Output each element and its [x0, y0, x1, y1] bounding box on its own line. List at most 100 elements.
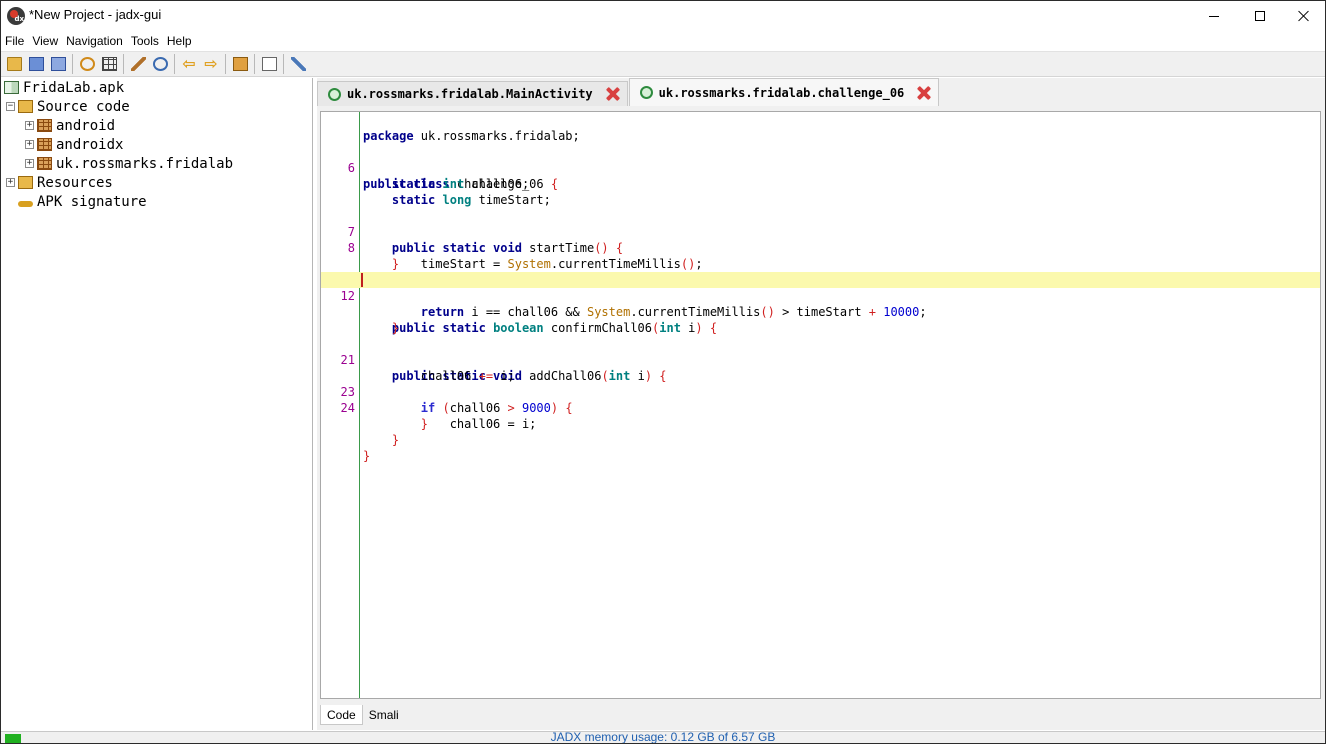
toolbar-separator: [225, 54, 226, 74]
code-line: static int chall06;: [391, 177, 530, 191]
collapse-icon[interactable]: −: [6, 102, 15, 111]
tree-item-apk[interactable]: FridaLab.apk: [4, 78, 124, 97]
decompile-button[interactable]: [127, 53, 149, 75]
memory-usage-text: JADX memory usage: 0.12 GB of 6.57 GB: [550, 730, 776, 744]
package-icon: [37, 138, 52, 151]
tab-challenge-06[interactable]: uk.rossmarks.fridalab.challenge_06: [628, 78, 940, 106]
code-line: 7 public static void startTime() {: [321, 208, 1320, 255]
expand-icon[interactable]: +: [25, 140, 34, 149]
tab-smali[interactable]: Smali: [363, 705, 405, 725]
tree-item-label: Source code: [37, 98, 130, 115]
clipboard-button[interactable]: [229, 53, 251, 75]
code-line: }: [420, 417, 429, 431]
toolbar: ⇦ ⇨: [1, 51, 1325, 77]
clipboard-icon: [232, 57, 248, 71]
menu-view[interactable]: View: [28, 32, 62, 51]
maximize-icon: [1255, 11, 1265, 21]
log-icon: [261, 57, 277, 71]
code-line-highlighted: 12 public static boolean confirmChall06(…: [321, 272, 1320, 335]
menu-navigation[interactable]: Navigation: [62, 32, 127, 51]
maximize-button[interactable]: [1237, 1, 1283, 31]
folder-open-icon: [18, 100, 33, 113]
caret-marker: [361, 273, 363, 287]
save-button[interactable]: [25, 53, 47, 75]
title-bar: dx *New Project - jadx-gui: [1, 1, 1325, 31]
code-line: chall06 += i;: [363, 369, 515, 383]
menu-bar: File View Navigation Tools Help: [1, 32, 196, 51]
forward-icon: ⇨: [204, 54, 218, 73]
code-line: 24 chall06 = i;: [321, 384, 1320, 431]
close-icon: [1298, 10, 1310, 22]
tree-item-resources[interactable]: + Resources: [6, 173, 113, 192]
class-icon: [639, 86, 653, 99]
preferences-icon: [290, 57, 306, 71]
code-line: }: [363, 449, 371, 463]
tab-code[interactable]: Code: [320, 705, 363, 725]
toolbar-separator: [254, 54, 255, 74]
class-icon: [328, 87, 341, 101]
tab-mainactivity[interactable]: uk.rossmarks.fridalab.MainActivity: [317, 81, 628, 106]
jadx-logo-icon: dx: [7, 7, 25, 25]
code-line: static long timeStart;: [391, 193, 551, 207]
save-all-icon: [50, 57, 66, 71]
sync-button[interactable]: [76, 53, 98, 75]
sync-icon: [79, 57, 95, 71]
preferences-button[interactable]: [287, 53, 309, 75]
window-title: *New Project - jadx-gui: [29, 7, 162, 22]
code-line: 8 timeStart = System.currentTimeMillis()…: [321, 224, 1320, 271]
key-icon: [18, 200, 33, 207]
expand-icon[interactable]: +: [25, 159, 34, 168]
code-line: }: [391, 321, 400, 335]
search-button[interactable]: [149, 53, 171, 75]
code-line: 21 public static void addChall06(int i) …: [321, 336, 1320, 383]
tree-item-apk-signature[interactable]: APK signature: [18, 192, 147, 211]
package-icon: [37, 119, 52, 132]
tree-item-package[interactable]: + android: [25, 116, 115, 135]
tree-item-label: uk.rossmarks.fridalab: [56, 155, 234, 172]
toolbar-separator: [123, 54, 124, 74]
toolbar-separator: [283, 54, 284, 74]
toolbar-separator: [174, 54, 175, 74]
full-screen-icon: [101, 57, 117, 71]
expand-icon[interactable]: +: [6, 178, 15, 187]
code-line: 6 public class challenge_06 {: [321, 144, 1320, 191]
code-line: 23 if (chall06 > 9000) {: [321, 368, 1320, 415]
package-icon: [37, 157, 52, 170]
tree-item-label: androidx: [56, 136, 124, 153]
open-button[interactable]: [3, 53, 25, 75]
code-line: return i == chall06 && System.currentTim…: [420, 305, 927, 319]
apk-icon: [4, 81, 19, 94]
code-editor[interactable]: package uk.rossmarks.fridalab; 6 public …: [320, 111, 1321, 699]
tree-item-package[interactable]: + uk.rossmarks.fridalab: [25, 154, 233, 173]
tab-close-icon[interactable]: [605, 86, 621, 102]
forward-button[interactable]: ⇨: [200, 53, 222, 75]
tree-item-source-code[interactable]: − Source code: [6, 97, 130, 116]
save-icon: [28, 57, 44, 71]
save-all-button[interactable]: [47, 53, 69, 75]
toolbar-separator: [72, 54, 73, 74]
back-button[interactable]: ⇦: [178, 53, 200, 75]
code-line: package uk.rossmarks.fridalab;: [363, 129, 580, 143]
minimize-icon: [1209, 15, 1219, 17]
search-icon: [152, 57, 168, 71]
code-view-tabs: Code Smali: [320, 705, 405, 726]
close-button[interactable]: [1281, 1, 1325, 31]
status-bar: JADX memory usage: 0.12 GB of 6.57 GB: [1, 730, 1325, 744]
menu-help[interactable]: Help: [163, 32, 196, 51]
menu-file[interactable]: File: [1, 32, 28, 51]
expand-icon[interactable]: +: [25, 121, 34, 130]
tab-close-icon[interactable]: [916, 85, 932, 101]
minimize-button[interactable]: [1191, 1, 1237, 31]
tree-item-package[interactable]: + androidx: [25, 135, 123, 154]
tree-item-label: FridaLab.apk: [23, 79, 125, 96]
tree-item-label: android: [56, 117, 116, 134]
code-line: }: [391, 433, 400, 447]
log-button[interactable]: [258, 53, 280, 75]
menu-tools[interactable]: Tools: [127, 32, 163, 51]
tree-item-label: APK signature: [37, 193, 147, 210]
tab-label: uk.rossmarks.fridalab.MainActivity: [347, 87, 593, 101]
back-icon: ⇦: [182, 54, 196, 73]
tab-label: uk.rossmarks.fridalab.challenge_06: [658, 85, 905, 100]
full-screen-button[interactable]: [98, 53, 120, 75]
decompile-icon: [130, 57, 146, 71]
